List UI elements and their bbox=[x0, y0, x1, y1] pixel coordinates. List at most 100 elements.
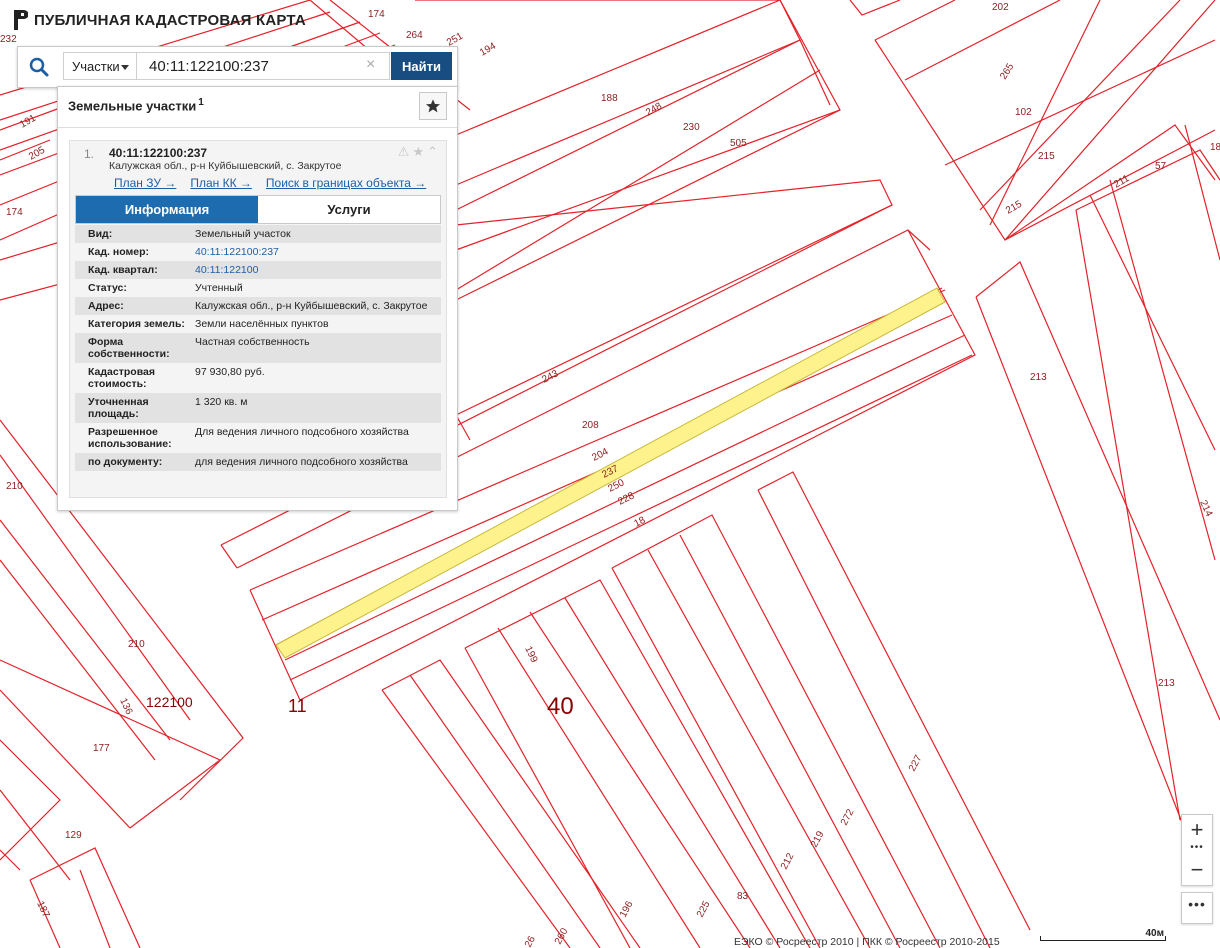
property-value: Учтенный bbox=[195, 282, 243, 294]
svg-text:225: 225 bbox=[695, 899, 713, 919]
plan-kk-link[interactable]: План КК → bbox=[190, 176, 252, 190]
card-tools: ⚠ ★ ⌃ bbox=[398, 145, 438, 159]
plan-zu-link[interactable]: План ЗУ → bbox=[114, 176, 176, 190]
zoom-out-button[interactable]: − bbox=[1182, 855, 1212, 885]
search-icon[interactable] bbox=[28, 56, 50, 78]
svg-text:205: 205 bbox=[27, 145, 47, 163]
result-address: Калужская обл., р-н Куйбышевский, с. Зак… bbox=[109, 160, 342, 172]
favorites-button[interactable] bbox=[419, 92, 447, 120]
scale-bar: 40м bbox=[1040, 928, 1168, 944]
svg-text:18: 18 bbox=[1210, 142, 1220, 153]
card-links: План ЗУ → План КК → Поиск в границах объ… bbox=[114, 176, 426, 190]
property-row: Вид: Земельный участок bbox=[75, 225, 441, 243]
property-row: Адрес: Калужская обл., р-н Куйбышевский, … bbox=[75, 297, 441, 315]
property-value: Земельный участок bbox=[195, 228, 291, 240]
svg-text:199: 199 bbox=[522, 645, 539, 665]
cad-quarter-link[interactable]: 40:11:122100 bbox=[195, 264, 441, 276]
property-row: Кадастровая стоимость: 97 930,80 руб. bbox=[75, 363, 441, 393]
zoom-in-button[interactable]: + bbox=[1182, 815, 1212, 845]
svg-text:248: 248 bbox=[644, 101, 664, 119]
svg-text:191: 191 bbox=[18, 113, 38, 131]
result-card[interactable]: 1. 40:11:122100:237 Калужская обл., р-н … bbox=[69, 140, 447, 498]
cad-number-link[interactable]: 40:11:122100:237 bbox=[195, 246, 441, 258]
svg-text:174: 174 bbox=[6, 207, 23, 218]
result-cad-number[interactable]: 40:11:122100:237 bbox=[109, 146, 207, 160]
svg-text:219: 219 bbox=[809, 829, 827, 849]
app-logo[interactable]: ПУБЛИЧНАЯ КАДАСТРОВАЯ КАРТА bbox=[14, 10, 306, 30]
svg-text:202: 202 bbox=[992, 2, 1009, 13]
search-in-bounds-link[interactable]: Поиск в границах объекта → bbox=[266, 176, 426, 190]
search-input[interactable] bbox=[137, 52, 390, 80]
svg-text:177: 177 bbox=[93, 743, 110, 754]
property-label: Статус: bbox=[88, 282, 127, 294]
svg-text:227: 227 bbox=[907, 753, 925, 773]
zoom-control: + ••• − bbox=[1181, 814, 1213, 886]
svg-text:215: 215 bbox=[1004, 199, 1024, 217]
results-panel: Земельные участки 1 1. 40:11:122100:237 К… bbox=[57, 86, 458, 511]
result-tabs: Информация Услуги bbox=[75, 195, 441, 224]
svg-text:194: 194 bbox=[478, 41, 498, 59]
property-value: Частная собственность bbox=[195, 336, 310, 348]
property-label: Адрес: bbox=[88, 300, 124, 312]
property-label: Кад. номер: bbox=[88, 246, 150, 258]
property-row: по документу: для ведения личного подсобн… bbox=[75, 453, 441, 471]
svg-text:187: 187 bbox=[34, 900, 51, 920]
search-scope-select[interactable]: Участки bbox=[63, 52, 137, 80]
svg-text:18: 18 bbox=[632, 515, 647, 530]
svg-text:210: 210 bbox=[6, 481, 23, 492]
property-table: Вид: Земельный участок Кад. номер: 40:11:1… bbox=[75, 225, 441, 471]
property-label: по документу: bbox=[88, 456, 163, 468]
property-row: Форма собственности: Частная собственност… bbox=[75, 333, 441, 363]
chevron-up-icon[interactable]: ⌃ bbox=[427, 145, 438, 159]
property-label: Кад. квартал: bbox=[88, 264, 158, 276]
svg-text:129: 129 bbox=[65, 830, 82, 841]
panel-title: Земельные участки 1 bbox=[68, 97, 204, 113]
warning-icon[interactable]: ⚠ bbox=[398, 145, 410, 159]
svg-text:57: 57 bbox=[1155, 161, 1167, 172]
property-row: Разрешенное использование: Для ведения ли… bbox=[75, 423, 441, 453]
zoom-slider-handle[interactable]: ••• bbox=[1182, 843, 1212, 855]
svg-text:213: 213 bbox=[1030, 372, 1047, 383]
svg-text:215: 215 bbox=[1038, 151, 1055, 162]
more-tools-button[interactable]: ••• bbox=[1181, 892, 1213, 924]
tab-info[interactable]: Информация bbox=[76, 196, 258, 223]
svg-text:210: 210 bbox=[128, 639, 145, 650]
property-row: Кад. номер: 40:11:122100:237 bbox=[75, 243, 441, 261]
property-label: Кадастровая стоимость: bbox=[88, 366, 155, 390]
panel-divider bbox=[58, 127, 457, 128]
svg-text:174: 174 bbox=[368, 9, 385, 20]
property-value: Для ведения личного подсобного хозяйства bbox=[195, 426, 409, 438]
property-label: Категория земель: bbox=[88, 318, 185, 330]
svg-text:40: 40 bbox=[547, 693, 574, 720]
svg-text:505: 505 bbox=[730, 138, 747, 149]
result-count: 1 bbox=[198, 97, 204, 108]
find-button[interactable]: Найти bbox=[391, 52, 452, 80]
tab-services[interactable]: Услуги bbox=[258, 196, 440, 223]
property-value: 1 320 кв. м bbox=[195, 396, 248, 408]
svg-text:122100: 122100 bbox=[146, 694, 193, 710]
svg-text:243: 243 bbox=[540, 368, 560, 386]
svg-text:232: 232 bbox=[0, 34, 17, 45]
svg-text:208: 208 bbox=[582, 420, 599, 431]
star-icon bbox=[426, 99, 440, 113]
app-title: ПУБЛИЧНАЯ КАДАСТРОВАЯ КАРТА bbox=[34, 11, 306, 29]
property-value: Калужская обл., р-н Куйбышевский, с. Зак… bbox=[195, 300, 428, 312]
star-icon[interactable]: ★ bbox=[412, 145, 424, 159]
svg-text:264: 264 bbox=[406, 30, 423, 41]
clear-icon[interactable]: × bbox=[366, 56, 375, 74]
property-label: Разрешенное использование: bbox=[88, 426, 172, 450]
svg-text:83: 83 bbox=[737, 891, 749, 902]
property-value: для ведения личного подсобного хозяйства bbox=[195, 456, 408, 468]
scale-line bbox=[1040, 936, 1166, 941]
property-row: Категория земель: Земли населённых пункто… bbox=[75, 315, 441, 333]
panel-title-text: Земельные участки bbox=[68, 98, 197, 114]
svg-text:188: 188 bbox=[601, 93, 618, 104]
pkk-logo-icon bbox=[14, 10, 28, 30]
property-row: Кад. квартал: 40:11:122100 bbox=[75, 261, 441, 279]
property-label: Форма собственности: bbox=[88, 336, 170, 360]
property-value: Земли населённых пунктов bbox=[195, 318, 329, 330]
chevron-down-icon bbox=[121, 65, 129, 70]
search-bar: Участки × Найти bbox=[17, 46, 458, 88]
svg-text:204: 204 bbox=[590, 446, 610, 464]
property-label: Вид: bbox=[88, 228, 113, 240]
